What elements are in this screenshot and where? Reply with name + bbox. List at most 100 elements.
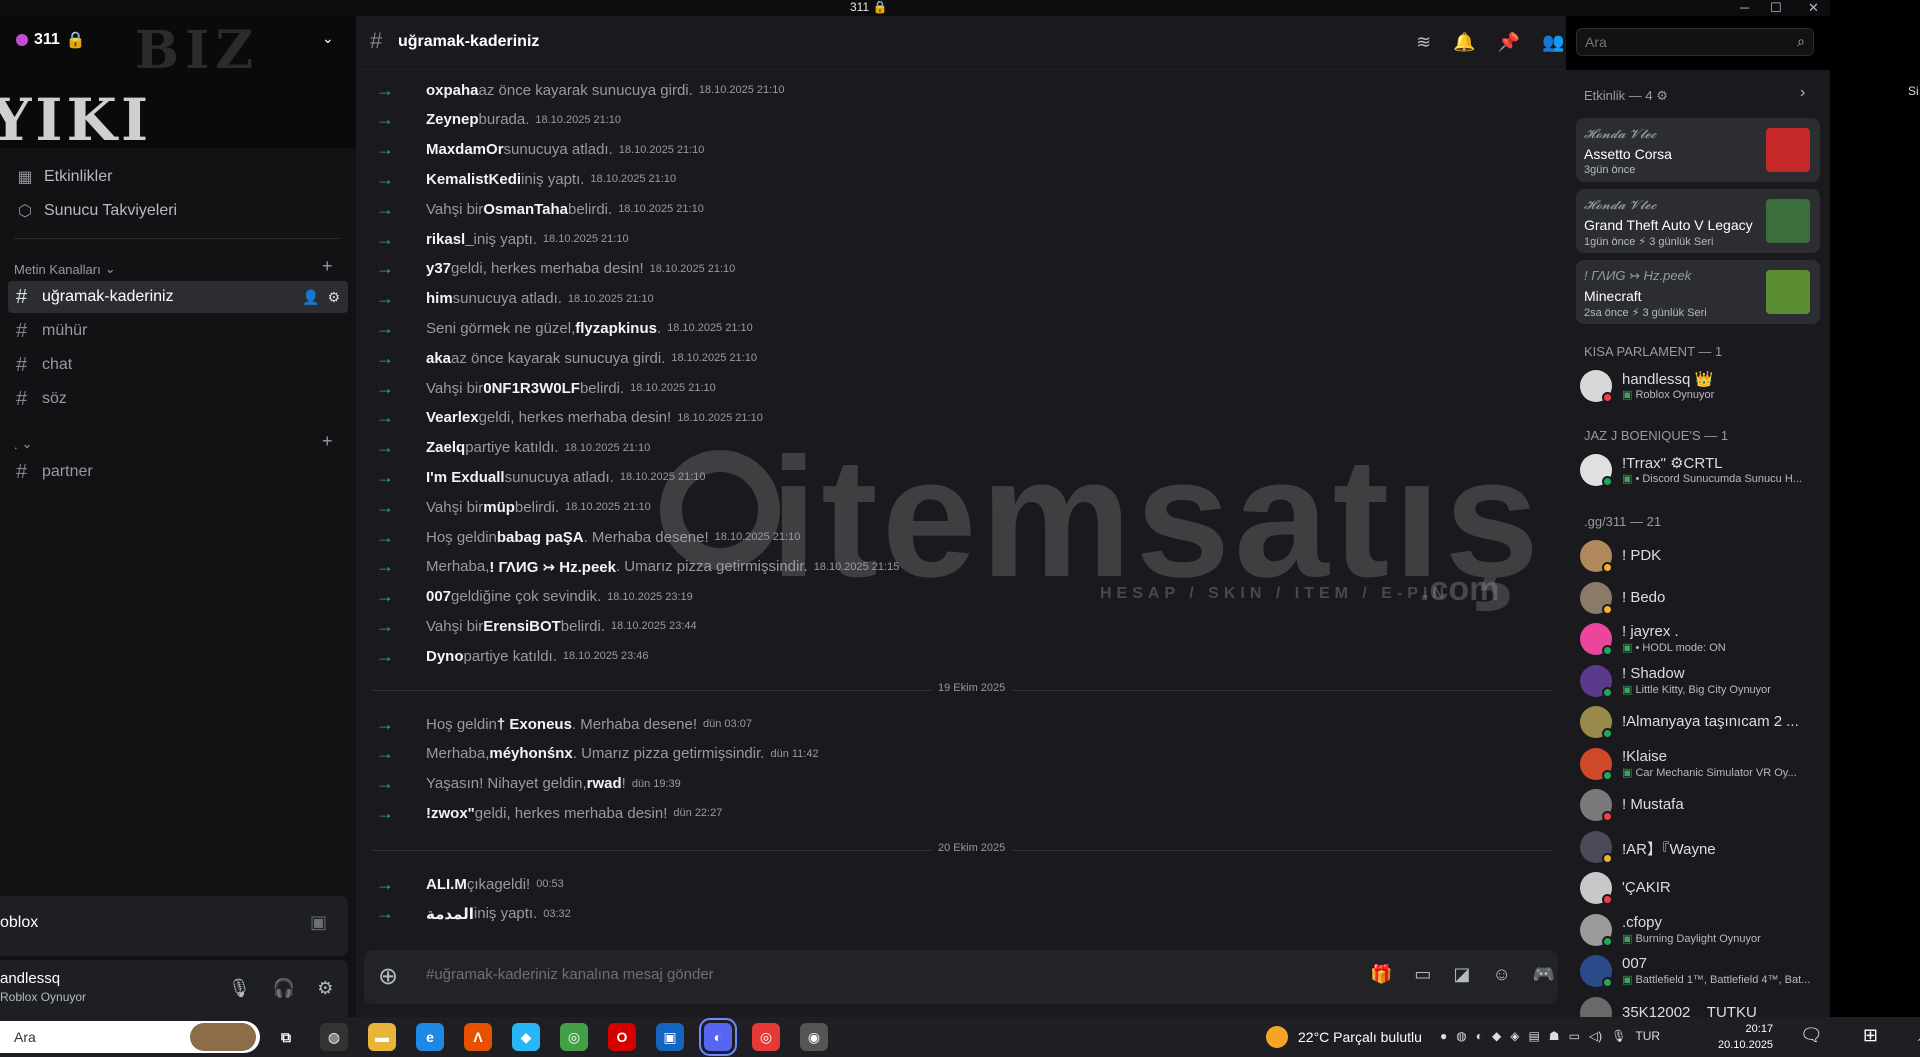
- message-username[interactable]: oxpaha: [426, 82, 479, 99]
- message-username[interactable]: Dyno: [426, 648, 464, 665]
- taskbar-search[interactable]: Ara: [0, 1021, 260, 1053]
- discord-icon[interactable]: ◐: [699, 1018, 737, 1056]
- member-item[interactable]: .cfopy ▣ Burning Daylight Oynuyor: [1576, 910, 1820, 950]
- message-composer[interactable]: ⊕ #uğramak-kaderiniz kanalına mesaj gönd…: [364, 950, 1558, 1004]
- message-username[interactable]: OsmanTaha: [483, 201, 568, 218]
- activity-card[interactable]: 𝓗𝓸𝓷𝓭𝓪 𝓥𝓽𝓮𝓬 Assetto Corsa 3gün önce: [1576, 118, 1820, 182]
- app-icon[interactable]: ◆: [512, 1023, 540, 1051]
- minimize-icon[interactable]: ─: [1740, 0, 1749, 15]
- members-icon[interactable]: 👥: [1542, 32, 1564, 53]
- threads-icon[interactable]: ≋: [1416, 32, 1431, 53]
- add-channel-icon[interactable]: +: [322, 256, 333, 277]
- message-username[interactable]: ! ΓΛИG ↣ Hz.peek: [489, 558, 616, 576]
- volume-icon[interactable]: ◁): [1589, 1029, 1602, 1043]
- message-username[interactable]: ErensiBOT: [483, 618, 561, 635]
- member-item[interactable]: ! Mustafa: [1576, 785, 1820, 825]
- message-username[interactable]: Vearlex: [426, 409, 479, 426]
- gear-icon[interactable]: ⚙: [317, 978, 333, 999]
- message-username[interactable]: Zaelq: [426, 439, 465, 456]
- clock[interactable]: 20:17 20.10.2025: [1718, 1021, 1773, 1053]
- file-explorer-icon[interactable]: ▬: [368, 1023, 396, 1051]
- message-username[interactable]: him: [426, 290, 453, 307]
- tray-icon[interactable]: ◆: [1492, 1029, 1501, 1043]
- member-item[interactable]: ! jayrex . ▣ • HODL mode: ON: [1576, 619, 1820, 659]
- edge-icon[interactable]: e: [416, 1023, 444, 1051]
- message-username[interactable]: babag paŞA: [497, 529, 584, 546]
- search-box[interactable]: ⌕: [1576, 28, 1814, 56]
- channel-muhur[interactable]: # mühür: [8, 315, 348, 347]
- server-name[interactable]: 311 🔒: [16, 30, 86, 50]
- opera-icon[interactable]: O: [608, 1023, 636, 1051]
- gamepad-icon[interactable]: 🎮: [1533, 964, 1555, 985]
- channel-soz[interactable]: # söz: [8, 383, 348, 415]
- maximize-icon[interactable]: ☐: [1770, 0, 1782, 16]
- network-icon[interactable]: ▭: [1569, 1029, 1580, 1043]
- steam-icon[interactable]: ◉: [800, 1023, 828, 1051]
- member-item[interactable]: handlessq 👑 ▣ Roblox Oynuyor: [1576, 366, 1820, 406]
- app-icon[interactable]: ▣: [656, 1023, 684, 1051]
- message-username[interactable]: MaxdamOr: [426, 141, 504, 158]
- gift-icon[interactable]: 🎁: [1370, 964, 1392, 985]
- message-username[interactable]: KemalistKedi: [426, 171, 521, 188]
- message-username[interactable]: y37: [426, 260, 451, 277]
- pin-icon[interactable]: 📌: [1498, 32, 1520, 53]
- message-username[interactable]: rwad: [587, 775, 622, 792]
- member-item[interactable]: !Klaise ▣ Car Mechanic Simulator VR Oy...: [1576, 744, 1820, 784]
- user-name[interactable]: andlessq: [0, 970, 60, 987]
- tray-icon[interactable]: ◍: [1456, 1029, 1466, 1043]
- message-username[interactable]: méyhonśnx: [489, 745, 572, 762]
- app-icon[interactable]: Λ: [464, 1023, 492, 1051]
- tray-icon[interactable]: ●: [1440, 1029, 1447, 1043]
- chevron-right-icon[interactable]: ›: [1800, 84, 1805, 102]
- member-item[interactable]: 35K12002 _ TUTKU: [1576, 993, 1820, 1017]
- weather-widget[interactable]: 22°C Parçalı bulutlu: [1266, 1017, 1422, 1057]
- server-banner[interactable]: BIZ YIKI MAYIZ 311 🔒 ⌄: [0, 16, 356, 148]
- sticker-icon[interactable]: ◪: [1453, 964, 1470, 985]
- activity-card[interactable]: 𝓗𝓸𝓷𝓭𝓪 𝓥𝓽𝓮𝓬 Grand Theft Auto V Legacy 1gün …: [1576, 189, 1820, 253]
- message-username[interactable]: المدمة: [426, 905, 474, 923]
- tray-icon[interactable]: ▤: [1528, 1029, 1539, 1043]
- language-indicator[interactable]: TUR: [1635, 1029, 1660, 1043]
- member-item[interactable]: !AR】『Wayne: [1576, 827, 1820, 867]
- message-username[interactable]: ALI.M: [426, 876, 467, 893]
- member-item[interactable]: ! Bedo: [1576, 578, 1820, 618]
- channel-ugramak-kaderiniz[interactable]: # uğramak-kaderiniz 👤 ⚙: [8, 281, 348, 313]
- channel-partner[interactable]: # partner: [8, 456, 348, 488]
- microphone-icon[interactable]: 🎙: [1611, 1029, 1626, 1043]
- message-username[interactable]: Zeynep: [426, 111, 479, 128]
- chrome-icon[interactable]: ◎: [560, 1023, 588, 1051]
- app-icon[interactable]: ◍: [320, 1023, 348, 1051]
- tray-icon[interactable]: ◈: [1510, 1029, 1519, 1043]
- gif-icon[interactable]: ▭: [1414, 964, 1431, 985]
- invite-icon[interactable]: 👤: [302, 289, 319, 306]
- windows-start-icon[interactable]: ⊞: [1863, 1025, 1878, 1046]
- tray-icon[interactable]: ☗: [1549, 1029, 1560, 1043]
- task-view-icon[interactable]: ⧉: [272, 1023, 300, 1051]
- activity-panel[interactable]: oblox ▣: [0, 896, 348, 956]
- gear-icon[interactable]: ⚙: [327, 289, 340, 306]
- close-icon[interactable]: ✕: [1808, 0, 1819, 16]
- message-username[interactable]: † Exoneus: [497, 716, 572, 733]
- member-item[interactable]: ! PDK: [1576, 536, 1820, 576]
- member-item[interactable]: ! Shadow ▣ Little Kitty, Big City Oynuyor: [1576, 661, 1820, 701]
- message-username[interactable]: !zwox": [426, 805, 475, 822]
- bell-icon[interactable]: 🔔: [1453, 32, 1475, 53]
- emoji-icon[interactable]: ☺: [1492, 964, 1510, 985]
- member-item[interactable]: 'ÇAKIR: [1576, 868, 1820, 908]
- notifications-icon[interactable]: 🗨: [1800, 1025, 1823, 1046]
- tray-icon[interactable]: ◐: [1476, 1029, 1483, 1043]
- message-username[interactable]: müp: [483, 499, 515, 516]
- message-username[interactable]: 0NF1R3W0LF: [483, 380, 580, 397]
- message-input[interactable]: #uğramak-kaderiniz kanalına mesaj gönder: [426, 966, 714, 983]
- message-username[interactable]: flyzapkinus: [575, 320, 657, 337]
- search-input[interactable]: [1577, 29, 1777, 55]
- microphone-icon[interactable]: 🎙: [228, 978, 251, 999]
- member-item[interactable]: !Almanyaya taşınıcam 2 ...: [1576, 702, 1820, 742]
- add-channel-icon[interactable]: +: [322, 431, 333, 452]
- member-item[interactable]: 007 ▣ Battlefield 1™, Battlefield 4™, Bat…: [1576, 951, 1820, 991]
- member-item[interactable]: !Trrax" ⚙CRTL ▣ • Discord Sunucumda Sunuc…: [1576, 450, 1820, 490]
- nav-server-boosts[interactable]: ⬡ Sunucu Takviyeleri: [8, 196, 348, 226]
- message-username[interactable]: rikasl_: [426, 231, 474, 248]
- screen-icon[interactable]: ▣: [310, 912, 327, 933]
- add-attachment-icon[interactable]: ⊕: [378, 962, 398, 991]
